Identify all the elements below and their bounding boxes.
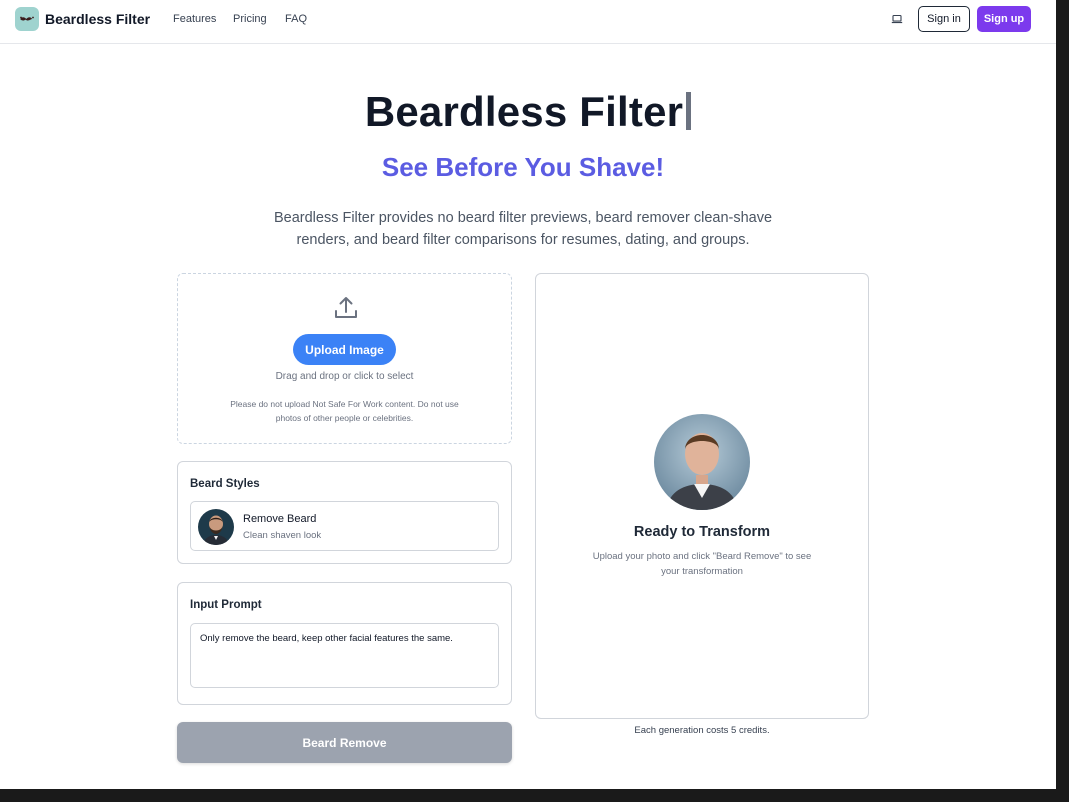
upload-icon [335, 297, 357, 318]
typing-caret [686, 92, 692, 130]
top-navbar: Beardless Filter Features Pricing FAQ Si… [0, 0, 1056, 44]
prompt-textarea[interactable]: Only remove the beard, keep other facial… [190, 623, 499, 688]
upload-image-button[interactable]: Upload Image [293, 334, 396, 365]
nav-pricing[interactable]: Pricing [233, 13, 267, 25]
preview-title: Ready to Transform [633, 524, 771, 540]
upload-dropzone[interactable]: Upload Image Drag and drop or click to s… [177, 273, 512, 444]
style-avatar [198, 509, 234, 545]
credits-note: Each generation costs 5 credits. [634, 725, 770, 736]
beard-remove-button[interactable]: Beard Remove [177, 722, 512, 763]
page-subtitle: See Before You Shave! [381, 152, 665, 182]
beard-styles-card: Beard Styles Remove Beard Clean shaven l… [177, 461, 512, 564]
style-name: Remove Beard [243, 513, 317, 525]
window-edge-right [1056, 0, 1069, 802]
upload-warning: Please do not upload Not Safe For Work c… [230, 399, 459, 423]
nav-features[interactable]: Features [173, 13, 216, 25]
laptop-icon[interactable] [891, 13, 903, 25]
input-prompt-title: Input Prompt [190, 599, 262, 611]
brand-name[interactable]: Beardless Filter [45, 11, 150, 27]
page-title-text: Beardless Filter [364, 88, 684, 135]
input-prompt-card: Input Prompt Only remove the beard, keep… [177, 582, 512, 705]
style-description: Clean shaven look [243, 530, 322, 541]
beard-styles-title: Beard Styles [190, 478, 260, 490]
logo-icon[interactable] [15, 7, 39, 31]
sign-in-button[interactable]: Sign in [918, 6, 970, 32]
sign-up-button[interactable]: Sign up [977, 6, 1031, 32]
mustache-icon [20, 16, 34, 21]
style-option-remove-beard[interactable]: Remove Beard Clean shaven look [190, 501, 499, 551]
window-edge-bottom [0, 789, 1069, 802]
page-title: Beardless Filter [0, 88, 1056, 136]
preview-panel: Ready to Transform Upload your photo and… [535, 273, 869, 719]
preview-avatar [654, 414, 750, 510]
page-description: Beardless Filter provides no beard filte… [273, 210, 773, 248]
nav-faq[interactable]: FAQ [285, 13, 307, 25]
upload-hint: Drag and drop or click to select [275, 371, 414, 382]
preview-text: Upload your photo and click "Beard Remov… [592, 551, 812, 577]
page: Beardless Filter Features Pricing FAQ Si… [0, 0, 1056, 789]
